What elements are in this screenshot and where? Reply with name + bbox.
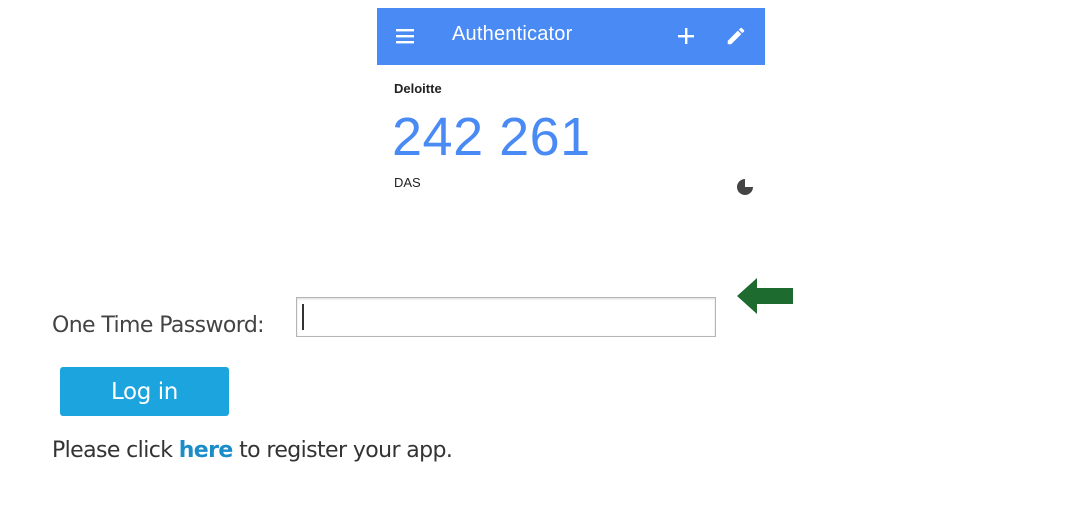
login-button[interactable]: Log in bbox=[60, 367, 229, 416]
register-message: Please click here to register your app. bbox=[52, 438, 453, 463]
account-issuer: Deloitte bbox=[394, 81, 442, 96]
otp-label: One Time Password: bbox=[52, 313, 265, 338]
plus-icon[interactable] bbox=[677, 25, 695, 47]
register-prefix: Please click bbox=[52, 438, 179, 463]
app-title: Authenticator bbox=[452, 23, 573, 45]
app-bar: Authenticator bbox=[377, 8, 765, 65]
register-suffix: to register your app. bbox=[232, 438, 453, 463]
register-link[interactable]: here bbox=[179, 438, 234, 463]
menu-icon[interactable] bbox=[395, 27, 415, 45]
countdown-timer-icon bbox=[737, 178, 754, 195]
authenticator-app-card: Authenticator Deloitte 242 261 DAS bbox=[377, 8, 765, 204]
left-arrow-icon bbox=[737, 278, 793, 314]
otp-input[interactable] bbox=[296, 297, 716, 337]
account-name: DAS bbox=[394, 175, 421, 190]
text-caret bbox=[302, 304, 304, 330]
otp-code: 242 261 bbox=[392, 107, 591, 167]
pencil-icon[interactable] bbox=[725, 25, 747, 47]
